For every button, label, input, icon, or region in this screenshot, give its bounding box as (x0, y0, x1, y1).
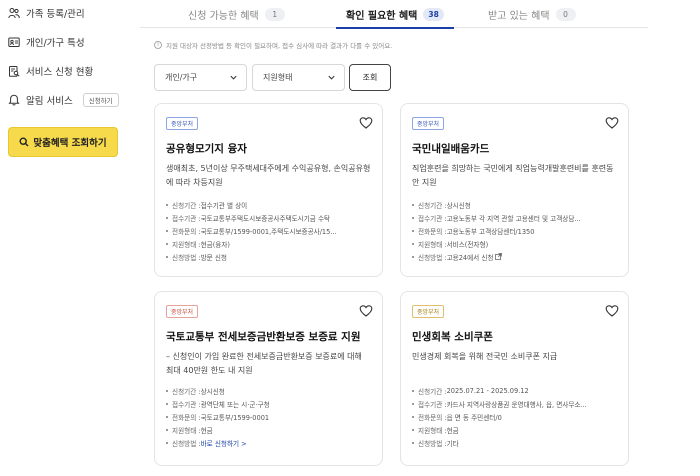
sidebar-item-label: 알림 서비스 (26, 96, 73, 107)
category-badge: 중앙부처 (166, 305, 199, 318)
card-details: 신청기간 : 상시신청 접수기관 : 고용노동부 각 지역 관할 고용센터 및 … (412, 198, 617, 263)
tab-available[interactable]: 신청 가능한 혜택 1 (188, 0, 285, 28)
tab-needs-check[interactable]: 확인 필요한 혜택 38 (336, 0, 454, 29)
detail-row: 접수기관 : 국토교통부주택도시보증공사주택도시기금 수탁 (166, 211, 371, 224)
support-type-select[interactable]: 지원형태 (252, 64, 345, 91)
card-details: 신청기간 : 2025.07.21 - 2025.09.12 접수기관 : 카드… (412, 384, 617, 449)
custom-benefit-search-button[interactable]: 맞춤혜택 조회하기 (8, 127, 118, 157)
detail-row[interactable]: 신청방법 : 고용24에서 신청 (412, 250, 617, 263)
chevron-down-icon (229, 73, 238, 82)
search-icon (19, 137, 29, 147)
tab-count: 1 (264, 7, 285, 21)
tab-receiving[interactable]: 받고 있는 혜택 0 (488, 0, 576, 28)
tab-label: 신청 가능한 혜택 (188, 10, 259, 22)
id-card-icon (8, 36, 20, 48)
detail-row: 접수기관 : 카드사 지역사랑상품권 운영대행사, 읍, 면사무소... (412, 397, 617, 410)
detail-row: 신청기간 : 상시신청 (412, 198, 617, 211)
sidebar-item-service-status[interactable]: 서비스 신청 현황 (8, 61, 93, 81)
benefit-card[interactable]: 중앙부처 공유형모기지 융자 생애최초, 5년이상 무주택세대주에게 수익공유형… (154, 103, 383, 277)
benefit-card[interactable]: 중앙부처 민생회복 소비쿠폰 민생경제 회복을 위해 전국민 소비쿠폰 지급 신… (400, 291, 629, 466)
sidebar-item-household[interactable]: 개인/가구 특성 (8, 32, 85, 52)
chevron-down-icon (327, 73, 336, 82)
sidebar-item-family[interactable]: 가족 등록/관리 (8, 3, 85, 23)
sidebar: 가족 등록/관리 개인/가구 특성 서비스 신청 현황 알림 서비스 신청하기 (0, 0, 128, 476)
category-badge: 중앙부처 (166, 117, 199, 130)
detail-row: 전화문의 : 고용노동부 고객상담센터/1350 (412, 224, 617, 237)
people-icon (8, 7, 20, 19)
household-select[interactable]: 개인/가구 (154, 64, 247, 91)
card-description: – 신청인이 가입 완료한 전세보증금반환보증 보증료에 대해 최대 40만원 … (166, 352, 362, 375)
detail-row: 전화문의 : 읍 면 동 주민센터/0 (412, 410, 617, 423)
detail-row: 지원형태 : 현금(융자) (166, 237, 371, 250)
heart-icon[interactable] (605, 304, 619, 318)
heart-icon[interactable] (359, 304, 373, 318)
detail-row: 전화문의 : 국토교통부/1599-0001,주택도시보증공사/15... (166, 224, 371, 237)
detail-row: 접수기관 : 고용노동부 각 지역 관할 고용센터 및 고객상담... (412, 211, 617, 224)
support-type-select-value: 지원형태 (263, 73, 293, 82)
card-title: 공유형모기지 융자 (166, 143, 247, 155)
apply-now-link[interactable]: 바로 신청하기 > (201, 438, 247, 448)
card-details: 신청기간 : 접수기관 별 상이 접수기관 : 국토교통부주택도시보증공사주택도… (166, 198, 371, 263)
notice: i 지원 대상자 선정방법 등 확인이 필요하며, 접수 심사에 따라 결과가 … (154, 40, 392, 50)
heart-icon[interactable] (605, 116, 619, 130)
detail-row: 신청방법 : 방문 신청 (166, 250, 371, 263)
category-badge: 중앙부처 (412, 305, 445, 318)
sidebar-item-label: 서비스 신청 현황 (26, 67, 94, 78)
card-title: 국민내일배움카드 (412, 143, 490, 155)
sidebar-item-label: 가족 등록/관리 (26, 9, 85, 20)
detail-row: 전화문의 : 국토교통부/1599-0001 (166, 410, 371, 423)
category-badge: 중앙부처 (412, 117, 445, 130)
detail-row: 접수기관 : 광역단체 또는 시·군·구청 (166, 397, 371, 410)
heart-icon[interactable] (359, 116, 373, 130)
detail-row: 신청방법 : 기타 (412, 436, 617, 449)
household-select-value: 개인/가구 (165, 73, 198, 82)
card-title: 국토교통부 전세보증금반환보증 보증료 지원 (166, 331, 361, 343)
tab-label: 받고 있는 혜택 (488, 10, 550, 22)
card-description: 민생경제 회복을 위해 전국민 소비쿠폰 지급 (412, 352, 558, 361)
app: 가족 등록/관리 개인/가구 특성 서비스 신청 현황 알림 서비스 신청하기 (0, 0, 700, 476)
search-button[interactable]: 조회 (349, 64, 391, 91)
info-icon: i (154, 41, 162, 49)
detail-row: 지원형태 : 서비스(전자형) (412, 237, 617, 250)
detail-row: 지원형태 : 현금 (166, 423, 371, 436)
sidebar-item-notification[interactable]: 알림 서비스 신청하기 (8, 90, 119, 110)
notification-apply-button[interactable]: 신청하기 (82, 93, 119, 107)
tab-label: 확인 필요한 혜택 (346, 10, 418, 22)
card-description: 생애최초, 5년이상 무주택세대주에게 수익공유형, 손익공유형에 따라 차등지… (166, 164, 371, 187)
bell-icon (8, 94, 20, 106)
clipboard-search-icon (8, 65, 20, 77)
card-details: 신청기간 : 상시신청 접수기관 : 광역단체 또는 시·군·구청 전화문의 :… (166, 384, 371, 449)
cta-label: 맞춤혜택 조회하기 (33, 138, 107, 149)
card-description: 직업훈련을 희망하는 국민에게 직업능력개발훈련비를 훈련동안 지원 (412, 164, 614, 187)
detail-row[interactable]: 신청방법 : 바로 신청하기 > (166, 436, 371, 449)
benefit-tabs: 신청 가능한 혜택 1 확인 필요한 혜택 38 받고 있는 혜택 0 (140, 0, 648, 29)
detail-row: 신청기간 : 상시신청 (166, 384, 371, 397)
detail-row: 지원형태 : 현금 (412, 423, 617, 436)
sidebar-item-label: 개인/가구 특성 (26, 38, 85, 49)
notice-text: 지원 대상자 선정방법 등 확인이 필요하며, 접수 심사에 따라 결과가 다를… (166, 42, 393, 50)
benefit-card[interactable]: 중앙부처 국토교통부 전세보증금반환보증 보증료 지원 – 신청인이 가입 완료… (154, 291, 383, 466)
benefit-card[interactable]: 중앙부처 국민내일배움카드 직업훈련을 희망하는 국민에게 직업능력개발훈련비를… (400, 103, 629, 277)
tab-count: 38 (423, 7, 444, 21)
external-link-icon[interactable] (495, 253, 503, 260)
detail-row: 신청기간 : 2025.07.21 - 2025.09.12 (412, 384, 617, 397)
detail-row: 신청기간 : 접수기관 별 상이 (166, 198, 371, 211)
card-title: 민생회복 소비쿠폰 (412, 331, 493, 343)
tab-count: 0 (555, 7, 576, 21)
